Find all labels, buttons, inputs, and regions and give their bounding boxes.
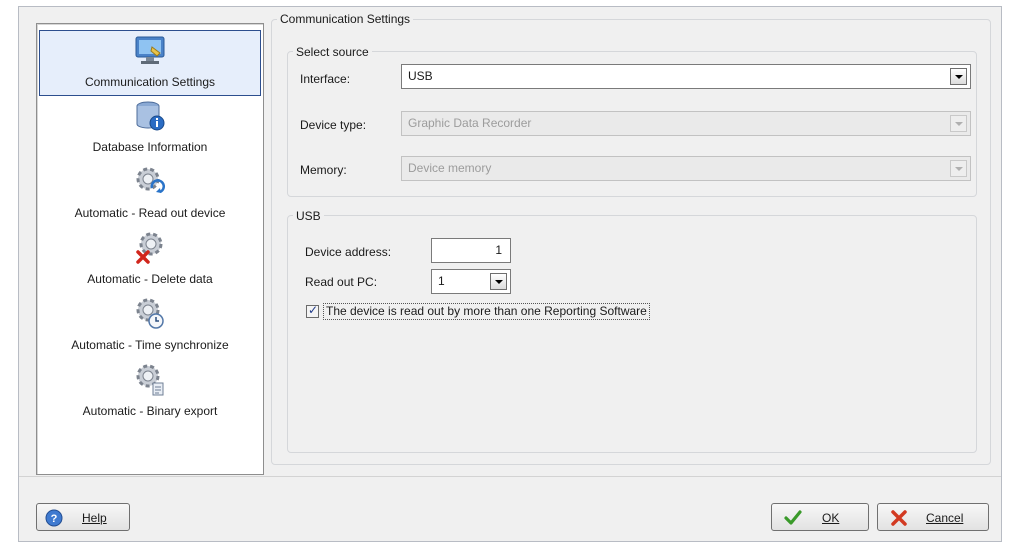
nav-item-label: Communication Settings	[84, 75, 216, 89]
gear-delete-icon	[136, 232, 163, 264]
dialog-window: Communication Settings Database Informat…	[18, 6, 1002, 542]
monitor-plug-icon	[135, 36, 165, 64]
memory-select: Device memory	[401, 156, 971, 181]
checkmark-icon	[784, 510, 802, 525]
ok-button[interactable]: OK	[771, 503, 869, 531]
cancel-x-icon	[891, 510, 907, 526]
device-address-label: Device address:	[305, 245, 392, 259]
ok-button-label: OK	[822, 511, 840, 525]
chevron-down-icon[interactable]	[490, 273, 507, 290]
device-address-input[interactable]: 1	[431, 238, 511, 263]
read-out-pc-label: Read out PC:	[305, 275, 378, 289]
device-type-select-value: Graphic Data Recorder	[408, 116, 532, 130]
interface-select[interactable]: USB	[401, 64, 971, 89]
settings-nav-list: Communication Settings Database Informat…	[36, 23, 264, 475]
select-source-title: Select source	[293, 45, 372, 59]
cancel-button-label: Cancel	[926, 511, 964, 525]
memory-label: Memory:	[300, 163, 347, 177]
help-icon: ?	[45, 509, 63, 527]
nav-item-communication-settings[interactable]: Communication Settings	[39, 30, 261, 96]
gear-refresh-icon	[136, 167, 165, 194]
nav-item-label: Automatic - Read out device	[74, 206, 226, 220]
nav-item-label: Database Information	[92, 140, 208, 154]
gear-clock-icon	[136, 298, 164, 329]
nav-item-delete-data[interactable]: Automatic - Delete data	[39, 228, 261, 294]
interface-label: Interface:	[300, 72, 351, 86]
nav-item-binary-export[interactable]: Automatic - Binary export	[39, 360, 261, 426]
interface-select-value: USB	[408, 69, 433, 83]
nav-item-read-out-device[interactable]: Automatic - Read out device	[39, 162, 261, 228]
multi-software-label[interactable]: The device is read out by more than one …	[323, 303, 650, 320]
svg-text:?: ?	[51, 513, 58, 525]
nav-item-time-synchronize[interactable]: Automatic - Time synchronize	[39, 294, 261, 360]
device-type-select: Graphic Data Recorder	[401, 111, 971, 136]
nav-item-database-information[interactable]: Database Information	[39, 96, 261, 162]
database-info-icon	[136, 101, 165, 131]
device-type-label: Device type:	[300, 118, 367, 132]
gear-export-icon	[136, 364, 164, 396]
page-title: Communication Settings	[277, 12, 414, 26]
memory-select-value: Device memory	[408, 161, 492, 175]
nav-item-label: Automatic - Time synchronize	[71, 338, 229, 352]
help-button-label: Help	[82, 511, 107, 525]
nav-item-label: Automatic - Binary export	[82, 404, 218, 418]
cancel-button[interactable]: Cancel	[877, 503, 989, 531]
chevron-down-icon	[950, 160, 967, 177]
help-button[interactable]: ? Help	[36, 503, 130, 531]
read-out-pc-value: 1	[438, 274, 445, 288]
nav-item-label: Automatic - Delete data	[87, 272, 213, 286]
usb-group-title: USB	[293, 209, 324, 223]
multi-software-checkbox[interactable]	[306, 303, 319, 318]
footer-separator	[19, 476, 1001, 477]
chevron-down-icon[interactable]	[950, 68, 967, 85]
read-out-pc-select[interactable]: 1	[431, 269, 511, 294]
chevron-down-icon	[950, 115, 967, 132]
